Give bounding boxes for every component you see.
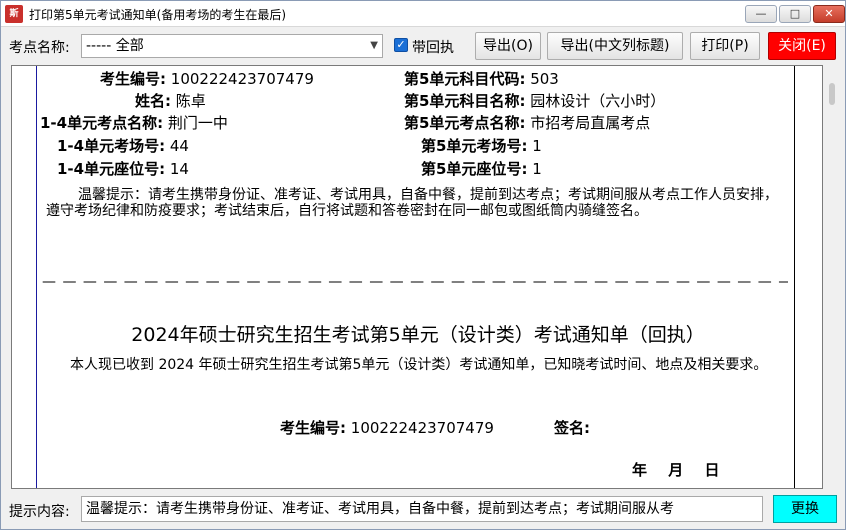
export-chinese-headers-button[interactable]: 导出(中文列标题) bbox=[547, 32, 683, 60]
receipt-sign-label: 签名: bbox=[554, 419, 590, 437]
receipt-checkbox-label[interactable]: 带回执 bbox=[412, 37, 454, 57]
exam-no-value: 100222423707479 bbox=[170, 70, 314, 88]
print-button[interactable]: 打印(P) bbox=[690, 32, 760, 60]
app-logo-icon: 斯 bbox=[5, 5, 23, 23]
app-window: 斯 打印第5单元考试通知单(备用考场的考生在最后) — □ ✕ 考点名称: --… bbox=[0, 0, 846, 530]
receipt-exam-no-value: 100222423707479 bbox=[350, 419, 494, 437]
exam-no-row: 考生编号: 100222423707479 bbox=[100, 70, 314, 88]
u5-room-value: 1 bbox=[532, 137, 542, 155]
left-margin-line bbox=[36, 66, 37, 488]
u5-seat-row: 第5单元座位号: 1 bbox=[421, 160, 542, 178]
u14-site-row: 1-4单元考点名称: 荆门一中 bbox=[40, 114, 228, 132]
u5-site-value: 市招考局直属考点 bbox=[530, 114, 651, 132]
u5-site-row: 第5单元考点名称: 市招考局直属考点 bbox=[404, 114, 651, 132]
u14-site-value: 荆门一中 bbox=[167, 114, 228, 132]
notice-hint: 温馨提示：请考生携带身份证、准考证、考试用具，自备中餐，提前到达考点；考试期间服… bbox=[46, 187, 784, 219]
u14-seat-value: 14 bbox=[169, 160, 189, 178]
scrollbar-thumb[interactable] bbox=[829, 83, 835, 105]
window-close-icon[interactable]: ✕ bbox=[813, 5, 845, 23]
name-row: 姓名: 陈卓 bbox=[135, 92, 206, 110]
export-button[interactable]: 导出(O) bbox=[475, 32, 541, 60]
status-bar: 提示内容: 温馨提示：请考生携带身份证、准考证、考试用具，自备中餐，提前到达考点… bbox=[1, 491, 845, 529]
u5-code-row: 第5单元科目代码: 503 bbox=[404, 70, 559, 88]
change-button[interactable]: 更换 bbox=[773, 495, 837, 523]
cut-line: — — — — — — — — — — — — — — — — — — — — … bbox=[42, 274, 788, 290]
receipt-title: 2024年硕士研究生招生考试第5单元（设计类）考试通知单（回执） bbox=[131, 324, 705, 346]
minimize-icon[interactable]: — bbox=[745, 5, 777, 23]
name-value: 陈卓 bbox=[175, 92, 206, 110]
maximize-icon[interactable]: □ bbox=[779, 5, 811, 23]
title-bar: 斯 打印第5单元考试通知单(备用考场的考生在最后) — □ ✕ bbox=[1, 1, 845, 27]
receipt-checkbox[interactable]: ✓ bbox=[394, 38, 408, 52]
notice-hint-text: 温馨提示：请考生携带身份证、准考证、考试用具，自备中餐，提前到达考点；考试期间服… bbox=[46, 187, 778, 219]
toolbar: 考点名称: ----- 全部 ▼ ✓ 带回执 导出(O) 导出(中文列标题) 打… bbox=[1, 28, 845, 64]
u5-seat-value: 1 bbox=[532, 160, 542, 178]
hint-content-input[interactable]: 温馨提示：请考生携带身份证、准考证、考试用具，自备中餐，提前到达考点；考试期间服… bbox=[81, 496, 763, 522]
chevron-down-icon: ▼ bbox=[370, 40, 378, 51]
u5-subject-row: 第5单元科目名称: 园林设计（六小时） bbox=[404, 92, 666, 110]
receipt-exam-no-row: 考生编号: 100222423707479 bbox=[280, 419, 494, 437]
site-select[interactable]: ----- 全部 ▼ bbox=[81, 34, 383, 58]
hint-content-label: 提示内容: bbox=[9, 504, 70, 520]
u5-subject-value: 园林设计（六小时） bbox=[530, 92, 666, 110]
u5-room-row: 第5单元考场号: 1 bbox=[421, 137, 542, 155]
close-button[interactable]: 关闭(E) bbox=[768, 32, 836, 60]
receipt-body: 本人现已收到 2024 年硕士研究生招生考试第5单元（设计类）考试通知单，已知晓… bbox=[42, 357, 784, 374]
u14-room-row: 1-4单元考场号: 44 bbox=[57, 137, 189, 155]
site-label: 考点名称: bbox=[9, 40, 70, 56]
print-preview: 考生编号: 100222423707479 第5单元科目代码: 503 姓名: … bbox=[11, 65, 823, 489]
receipt-body-text: 本人现已收到 2024 年硕士研究生招生考试第5单元（设计类）考试通知单，已知晓… bbox=[70, 357, 768, 373]
right-margin-line bbox=[794, 66, 795, 488]
u14-seat-row: 1-4单元座位号: 14 bbox=[57, 160, 189, 178]
u5-code-value: 503 bbox=[530, 70, 559, 88]
window-title: 打印第5单元考试通知单(备用考场的考生在最后) bbox=[29, 8, 286, 22]
site-select-value: ----- 全部 bbox=[86, 38, 144, 54]
receipt-date: 年 月 日 bbox=[632, 461, 720, 479]
vertical-scrollbar[interactable] bbox=[823, 65, 841, 489]
u14-room-value: 44 bbox=[169, 137, 189, 155]
